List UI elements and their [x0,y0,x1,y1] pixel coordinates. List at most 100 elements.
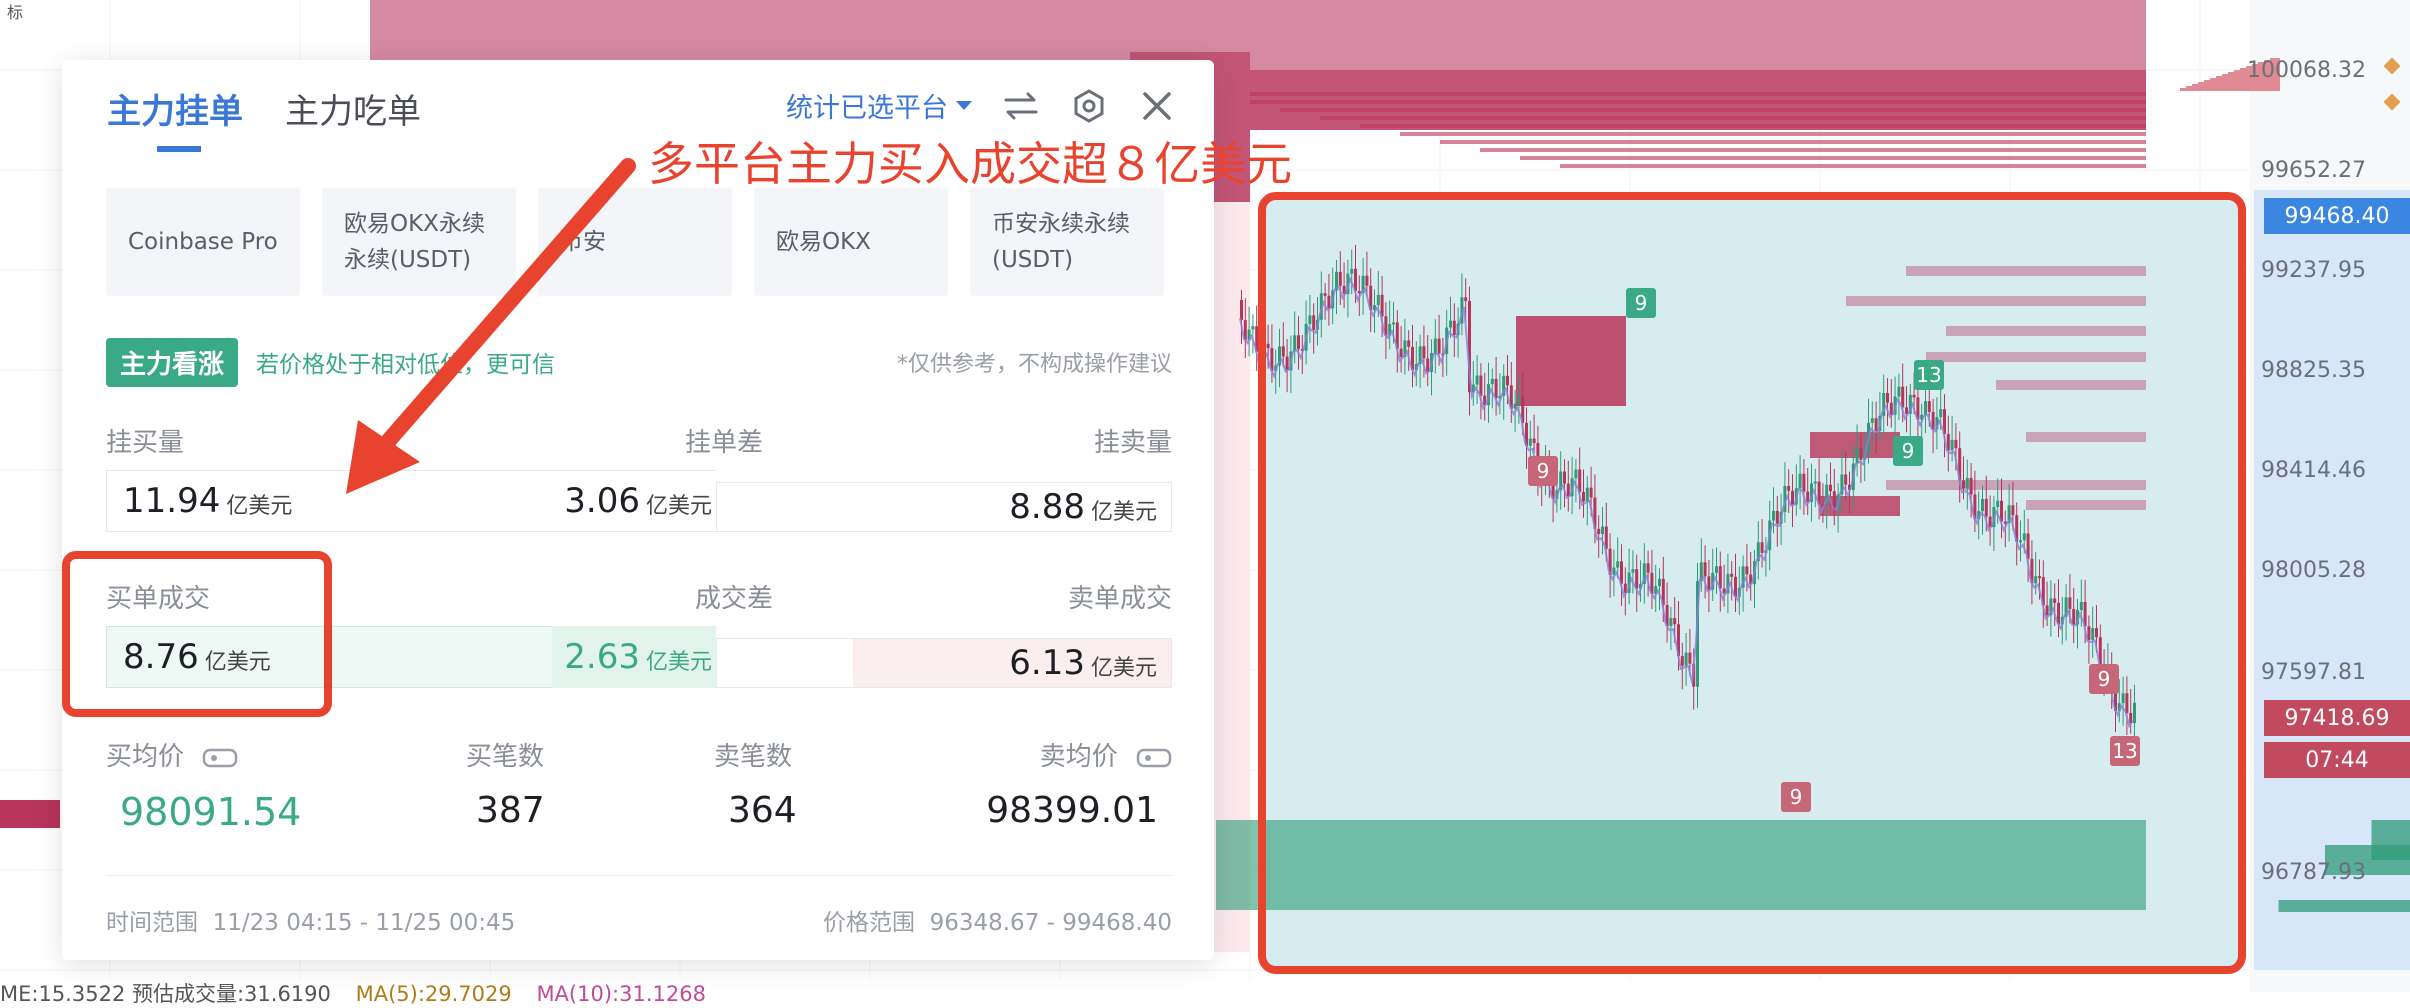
candle-body [1939,409,1942,417]
sequence-badge: 9 [1781,782,1811,812]
candle-body [1875,418,1878,431]
candle-body [1282,346,1285,356]
trend-row: 主力看涨 若价格处于相对低位，更可信 *仅供参考，不构成操作建议 [106,337,1172,387]
candle-body [1286,357,1289,371]
stats-values: 98091.54 387 364 98399.01 [106,790,1172,840]
sell-wall-line [1280,108,2146,112]
platform-select-dropdown[interactable]: 统计已选平台 [786,86,972,125]
sell-orders-box: 8.88亿美元 [716,482,1172,532]
candle-body [1897,387,1900,397]
candle-body [1844,474,1847,484]
candle-body [1745,566,1748,574]
candle-body [1776,511,1779,524]
candle-body [1669,618,1672,626]
candle-body [1981,499,1984,511]
sell-wall-bar [2026,500,2146,510]
panel-toolbar: 统计已选平台 [786,86,1176,125]
candle-body [1586,488,1589,502]
fills-diff-box: 2.63亿美元 [552,626,716,688]
fills-header: 买单成交 成交差 卖单成交 [106,578,1172,615]
candle-body [1787,486,1790,491]
ticket-icon [1136,747,1172,769]
tab-main-force-fills[interactable]: 主力吃单 [285,84,421,133]
sell-wall-line [1480,148,2146,152]
sell-wall-bar [1926,352,2146,362]
sell-count-label: 卖笔数 [714,736,792,773]
sell-cluster [1810,432,1900,458]
candle-body [1924,401,1927,415]
candle-body [1297,335,1300,349]
annotation-text: 多平台主力买入成交超８亿美元 [648,128,1292,194]
buy-fills-value: 8.76 [123,637,199,677]
swap-icon[interactable] [1002,87,1040,125]
candle-body [1267,344,1270,348]
candle-body [1434,339,1437,353]
candle-body [1647,563,1650,572]
candle-body [1426,358,1429,372]
trend-badge: 主力看涨 [106,338,238,387]
candle-body [1308,315,1311,323]
fills-diff-label: 成交差 [695,578,773,615]
platform-card[interactable]: 币安 [538,188,732,296]
main-force-panel: 主力挂单 主力吃单 统计已选平台 Coinbase Pro 欧易OKX永续 永续… [62,60,1214,960]
close-icon[interactable] [1138,87,1176,125]
sell-wall-bar [1946,326,2146,336]
sequence-badge: 9 [2089,664,2119,694]
candle-body [1761,542,1764,553]
candle-body [2038,576,2041,578]
platform-card[interactable]: 币安永续永续 (USDT) [970,188,1164,296]
candle-body [2053,599,2056,603]
candle-body [1715,566,1718,573]
buy-fills-label: 买单成交 [106,578,210,615]
orders-diff-box: 3.06亿美元 [562,470,716,532]
candle-body [1791,491,1794,505]
platform-card[interactable]: Coinbase Pro [106,188,300,296]
candle-body [1806,492,1809,502]
orders-header: 挂买量 挂单差 挂卖量 [106,422,1172,459]
buy-count-label: 买笔数 [466,736,544,773]
candle-body [2080,602,2083,610]
sell-wall-line [1440,140,2146,144]
candle-body [1327,296,1330,308]
candle-body [1951,440,1954,450]
candle-body [1464,297,1467,301]
candle-body [1966,478,1969,488]
tab-main-force-orders[interactable]: 主力挂单 [107,84,243,133]
candle-body [2133,703,2136,723]
sell-count-value: 364 [728,790,797,831]
candle-body [1673,618,1676,624]
unit-label: 亿美元 [646,488,712,520]
buy-orders-label: 挂买量 [106,422,184,459]
platform-card[interactable]: 欧易OKX [754,188,948,296]
candle-body [1533,439,1536,443]
volume-estimate: ME:15.3522 预估成交量:31.6190 [0,982,331,1006]
sell-fills-label: 卖单成交 [1068,578,1172,615]
price-axis-label: 98825.35 [2261,358,2366,383]
unit-label: 亿美元 [226,488,292,520]
sell-wall-line [1560,164,2146,168]
candle-body [1707,576,1710,589]
settings-icon[interactable] [1070,87,1108,125]
unit-label: 亿美元 [1091,650,1157,682]
orders-diff-value: 3.06 [564,481,640,521]
candle-body [1350,269,1353,274]
sell-avg-label: 卖均价 [1040,736,1172,773]
unit-label: 亿美元 [1091,494,1157,526]
sell-wall-bar [2026,432,2146,442]
sell-orders-label: 挂卖量 [1094,422,1172,459]
candle-body [1772,511,1775,521]
candle-body [1251,326,1254,329]
platform-card[interactable]: 欧易OKX永续 永续(USDT) [322,188,516,296]
candle-body [1438,339,1441,354]
candle-body [1871,418,1874,423]
candle-body [1886,393,1889,403]
candle-body [1859,448,1862,460]
candle-body [1259,352,1262,361]
candle-body [2011,505,2014,515]
platform-select-label: 统计已选平台 [786,86,948,125]
unit-label: 亿美元 [646,644,712,676]
corner-label: 标 [0,0,30,26]
sequence-badge: 9 [1626,288,1656,318]
sell-fills-value: 6.13 [1009,643,1085,683]
price-axis-label: 99237.95 [2261,258,2366,283]
